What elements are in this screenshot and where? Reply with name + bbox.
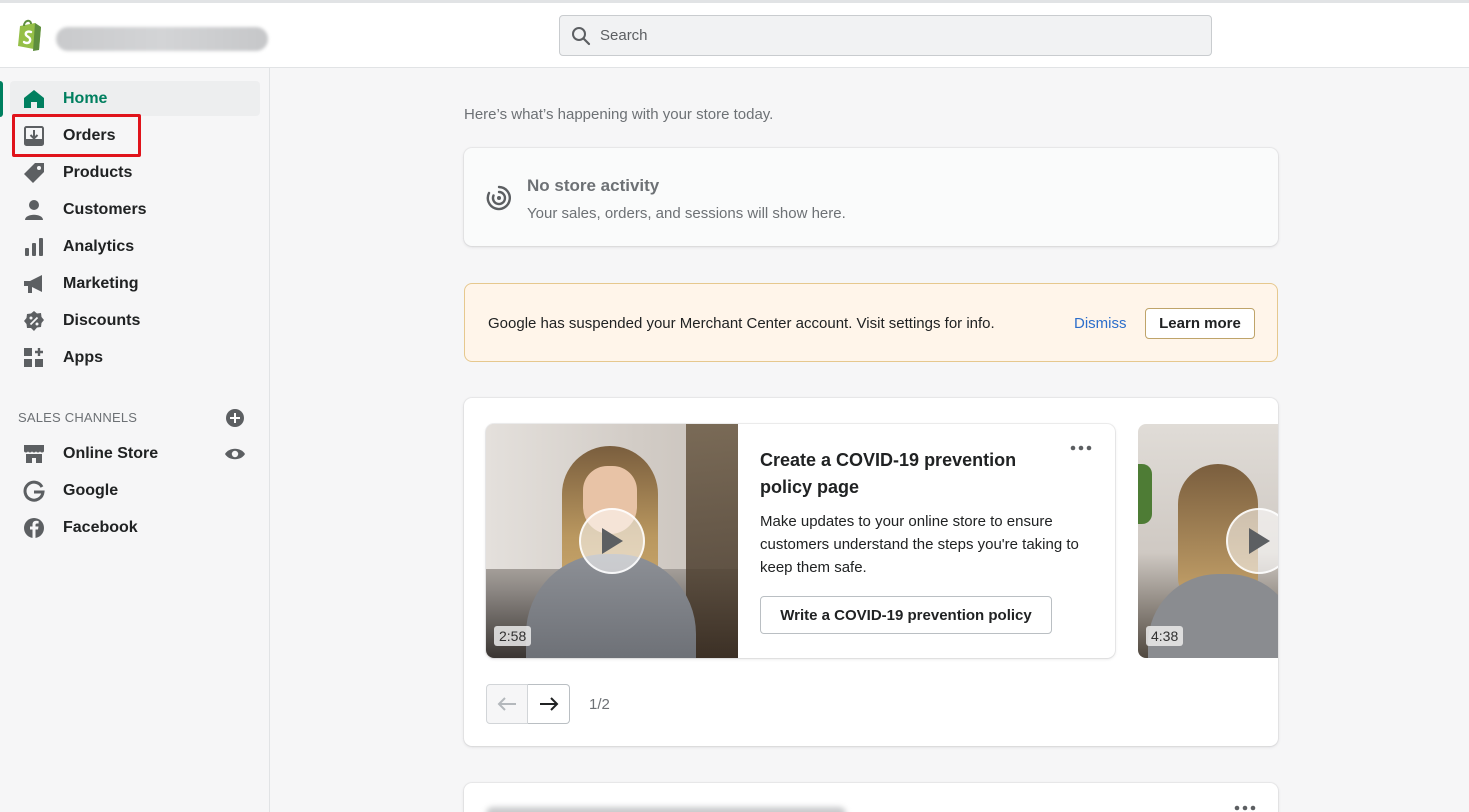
activity-target-icon <box>486 185 511 211</box>
megaphone-icon <box>22 272 46 296</box>
tag-icon <box>22 161 46 185</box>
google-icon <box>22 479 46 503</box>
thumbnail-plant <box>1138 464 1152 524</box>
arrow-right-icon <box>539 697 558 711</box>
search-icon <box>572 26 591 45</box>
banner-message: Google has suspended your Merchant Cente… <box>488 315 995 332</box>
activity-subtitle: Your sales, orders, and sessions will sh… <box>527 205 846 222</box>
arrow-left-icon <box>497 697 516 711</box>
more-options-icon[interactable] <box>1068 440 1094 456</box>
orders-highlight-annotation <box>12 114 141 157</box>
sidebar-item-label: Customers <box>63 200 147 218</box>
video-duration: 4:38 <box>1146 626 1184 646</box>
view-store-eye-icon[interactable] <box>224 445 246 463</box>
sidebar-item-products[interactable]: Products <box>10 155 260 190</box>
video-carousel-card: 2:58 Create a COVID-19 prevention policy… <box>464 398 1278 746</box>
carousel-slide: 2:58 Create a COVID-19 prevention policy… <box>486 424 1115 658</box>
search-input[interactable] <box>600 27 1160 44</box>
video-duration: 2:58 <box>494 626 532 646</box>
sidebar-item-facebook[interactable]: Facebook <box>10 510 260 545</box>
greeting-text: Here’s what’s happening with your store … <box>464 106 774 123</box>
search-bar[interactable] <box>559 15 1212 56</box>
sidebar-item-home[interactable]: Home <box>10 81 260 116</box>
video-thumbnail[interactable]: 2:58 <box>486 424 738 658</box>
sidebar-item-label: Products <box>63 163 133 181</box>
sidebar-item-apps[interactable]: Apps <box>10 340 260 375</box>
sidebar-item-label: Google <box>63 481 119 499</box>
play-icon <box>602 528 623 554</box>
carousel-slide-next[interactable]: 4:38 <box>1138 424 1278 658</box>
merchant-center-warning-banner: Google has suspended your Merchant Cente… <box>464 283 1278 362</box>
sidebar-item-label: Facebook <box>63 518 138 536</box>
sidebar-item-label: Apps <box>63 348 103 366</box>
sidebar-item-label: Discounts <box>63 311 141 329</box>
next-card-partial <box>464 783 1278 812</box>
bar-chart-icon <box>22 235 46 259</box>
carousel-pager <box>486 684 570 724</box>
sidebar-item-google[interactable]: Google <box>10 473 260 508</box>
store-activity-card: No store activity Your sales, orders, an… <box>464 148 1278 246</box>
sidebar-item-label: Online Store <box>63 444 159 462</box>
top-bar <box>0 0 1469 68</box>
partial-card-title <box>486 807 846 812</box>
shopify-logo-icon[interactable] <box>15 18 45 52</box>
apps-grid-icon <box>22 346 46 370</box>
sidebar-item-customers[interactable]: Customers <box>10 192 260 227</box>
more-options-icon[interactable] <box>1232 800 1258 812</box>
sidebar-item-label: Analytics <box>63 237 135 255</box>
sidebar-item-analytics[interactable]: Analytics <box>10 229 260 264</box>
slide-title: Create a COVID-19 prevention policy page <box>760 450 1017 497</box>
store-name-redacted[interactable] <box>56 27 268 51</box>
play-icon <box>1249 528 1270 554</box>
sidebar-item-marketing[interactable]: Marketing <box>10 266 260 301</box>
next-button[interactable] <box>528 684 570 724</box>
sidebar-item-discounts[interactable]: Discounts <box>10 303 260 338</box>
active-indicator <box>0 81 3 117</box>
write-policy-button[interactable]: Write a COVID-19 prevention policy <box>760 596 1052 634</box>
person-icon <box>22 198 46 222</box>
sidebar-item-label: Home <box>63 89 108 107</box>
facebook-icon <box>22 516 46 540</box>
carousel-page-indicator: 1/2 <box>589 696 610 713</box>
sidebar-item-online-store[interactable]: Online Store <box>10 436 260 471</box>
play-button[interactable] <box>579 508 645 574</box>
previous-button[interactable] <box>486 684 528 724</box>
learn-more-button[interactable]: Learn more <box>1145 308 1255 339</box>
sales-channels-heading: SALES CHANNELS <box>18 410 138 425</box>
home-icon <box>22 87 46 111</box>
activity-title: No store activity <box>527 176 660 195</box>
dismiss-link[interactable]: Dismiss <box>1074 315 1127 332</box>
add-sales-channel-icon[interactable] <box>225 408 245 428</box>
slide-description: Make updates to your online store to ens… <box>760 513 1079 576</box>
sidebar-item-label: Marketing <box>63 274 139 292</box>
storefront-icon <box>22 442 46 466</box>
discount-badge-icon <box>22 309 46 333</box>
